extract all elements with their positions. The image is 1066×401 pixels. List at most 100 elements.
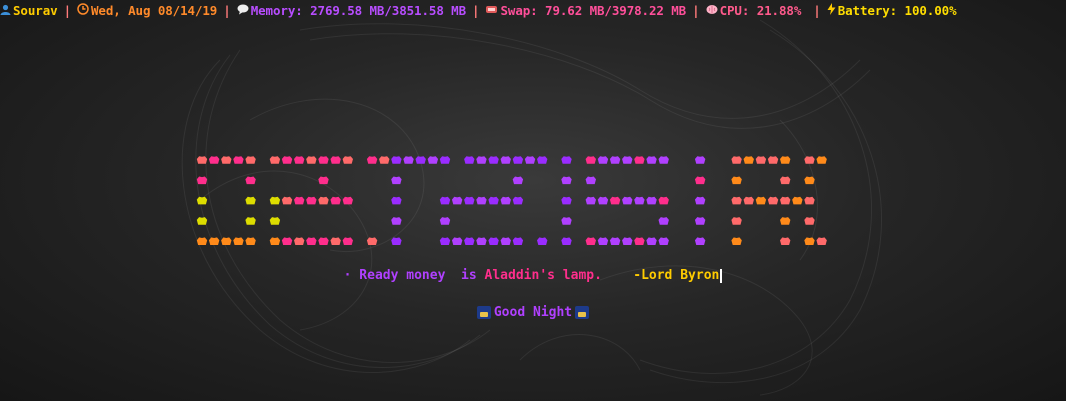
banner-glyph [294,156,305,164]
banner-glyph [634,237,645,245]
banner-glyph [597,156,609,164]
banner-glyph [646,156,657,164]
banner-glyph [561,196,572,205]
banner-glyph [585,196,596,205]
banner-glyph [694,176,706,185]
banner-glyph [294,237,305,245]
quote-author: -Lord Byron [633,268,720,283]
banner-glyph [585,237,596,245]
banner-glyph [464,196,475,205]
night-city-icon [575,306,590,319]
banner-glyph [609,196,621,205]
banner-glyph [512,237,524,245]
banner-glyph [269,196,281,205]
banner-glyph [743,156,754,164]
quote-text-part1: Ready money is [359,268,485,283]
banner-glyph [597,196,609,205]
banner-glyph [537,237,548,245]
banner-glyph [281,237,293,245]
banner-glyph [694,196,706,205]
banner-glyph [391,176,402,185]
banner-glyph [561,237,572,245]
banner-glyph [476,156,487,164]
banner-glyph [488,156,499,164]
banner-glyph [196,217,208,225]
banner-glyph [196,196,208,205]
banner-glyph [500,196,511,205]
banner-glyph [609,237,621,245]
banner-glyph [561,217,572,225]
banner-glyph [694,237,706,245]
greeting-line: Good Night [0,305,1066,320]
banner-glyph [318,176,329,185]
banner-glyph [269,217,281,225]
banner-glyph [245,217,256,225]
banner-glyph [451,237,463,245]
banner-glyph [561,176,572,185]
banner-glyph [379,156,390,164]
banner-glyph [622,237,633,245]
banner-glyph [537,156,548,164]
banner-glyph [804,196,815,205]
banner-glyph [792,196,803,205]
banner-glyph [476,196,487,205]
banner-glyph [281,156,293,164]
banner-glyph [306,237,317,245]
banner-glyph [731,237,742,245]
banner-glyph [269,156,281,164]
quote-text-part2: Aladdin's lamp. [484,268,602,283]
banner-glyph [488,196,499,205]
banner-glyph [804,176,815,185]
banner-glyph [694,156,706,164]
banner-glyph [780,156,791,164]
banner-glyph [196,156,208,164]
banner-glyph [622,156,633,164]
banner-glyph [476,237,487,245]
banner-glyph [196,237,208,245]
banner-glyph [755,156,767,164]
banner-glyph [208,237,220,245]
banner-glyph [488,237,499,245]
banner-glyph [330,196,341,205]
banner-glyph [294,196,305,205]
banner-glyph [609,156,621,164]
banner-glyph [780,196,791,205]
banner-glyph [366,156,378,164]
banner-glyph [597,237,609,245]
banner-glyph [439,196,451,205]
banner-glyph [318,196,329,205]
banner-glyph [646,237,657,245]
banner-glyph [731,156,742,164]
banner-glyph [245,176,256,185]
banner-glyph [755,196,767,205]
banner-glyph [658,217,669,225]
banner-glyph [342,156,353,164]
banner-glyph [658,156,669,164]
banner-glyph [391,156,402,164]
quote-bullet: · [343,268,352,283]
banner-glyph [512,196,524,205]
banner-glyph [767,156,779,164]
banner-glyph [780,237,791,245]
banner-glyph [780,217,791,225]
banner-glyph [804,156,815,164]
banner-glyph [512,156,524,164]
night-city-icon [476,306,491,319]
quote-line: · Ready money is Aladdin's lamp. -Lord B… [0,268,1066,283]
banner-glyph [622,196,633,205]
banner-glyph [306,156,317,164]
banner-glyph [658,196,669,205]
banner-glyph [646,196,657,205]
banner-glyph [585,176,596,185]
banner-glyph [780,176,791,185]
banner-glyph [366,237,378,245]
banner-glyph [245,156,256,164]
banner-glyph [391,196,402,205]
banner-glyph [500,237,511,245]
banner-glyph [281,196,293,205]
banner-glyph [391,237,402,245]
banner-glyph [269,237,281,245]
banner-glyph [208,156,220,164]
banner-glyph [804,217,815,225]
banner-glyph [330,237,341,245]
